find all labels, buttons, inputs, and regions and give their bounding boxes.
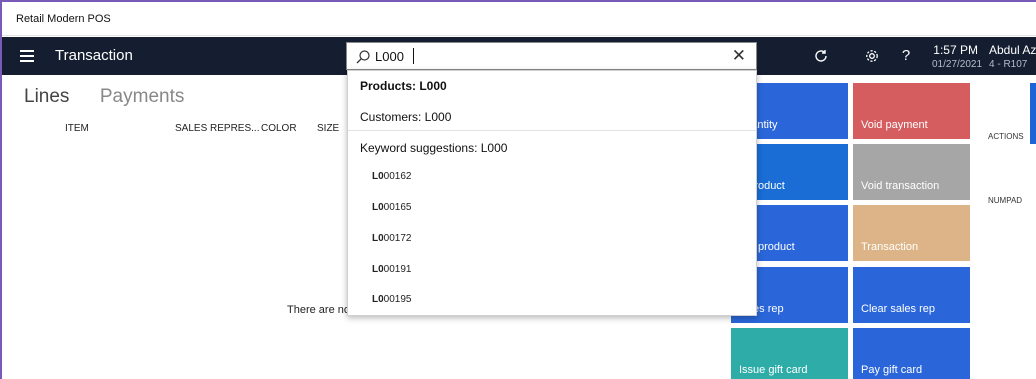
user-info[interactable]: Abdul Aziz 4 - R107 (989, 43, 1036, 70)
close-icon[interactable]: ✕ (732, 46, 746, 66)
tab-bar: Lines Payments (24, 86, 210, 108)
keyword-suggestion-item[interactable]: L000165 (372, 202, 411, 213)
clock: 1:57 PM 01/27/2021 (932, 43, 983, 70)
tile-clear-sales-rep[interactable]: Clear sales rep (853, 267, 970, 323)
side-panel-indicator (1030, 83, 1036, 144)
suggestion-products[interactable]: Products: L000 (360, 79, 447, 93)
title-bar: Retail Modern POS (2, 2, 1036, 36)
clock-date: 01/27/2021 (932, 59, 983, 70)
column-header-color[interactable]: COLOR (261, 123, 297, 134)
tile-label: Void transaction (861, 180, 940, 192)
column-header-size[interactable]: SIZE (317, 123, 339, 134)
divider (348, 130, 756, 131)
tile-label: Void payment (861, 119, 928, 131)
tile-label: Issue gift card (739, 364, 808, 376)
search-input[interactable] (375, 46, 715, 66)
page-title: Transaction (55, 47, 133, 64)
tile-pay-gift-card[interactable]: Pay gift card (853, 328, 970, 379)
keyword-suggestion-item[interactable]: L000191 (372, 264, 411, 275)
column-header-item[interactable]: ITEM (65, 123, 89, 134)
search-icon (355, 49, 371, 65)
keyword-suggestion-item[interactable]: L000172 (372, 233, 411, 244)
keyword-suggestion-item[interactable]: L000195 (372, 294, 411, 305)
suggestion-customers[interactable]: Customers: L000 (360, 110, 451, 124)
text-cursor (413, 48, 414, 64)
tile-label: Pay gift card (861, 364, 923, 376)
user-register: 4 - R107 (989, 59, 1028, 70)
tile-void-payment[interactable]: Void payment (853, 83, 970, 139)
tile-label: Clear sales rep (861, 303, 935, 315)
hamburger-icon[interactable] (20, 50, 34, 62)
tile-label: Transaction (861, 241, 919, 253)
tab-lines[interactable]: Lines (24, 86, 69, 108)
help-icon[interactable]: ? (898, 48, 914, 64)
clock-time: 1:57 PM (933, 43, 978, 57)
pos-window: Retail Modern POS Transaction ? 1:57 PM … (0, 0, 1036, 379)
keyword-suggestion-item[interactable]: L000162 (372, 171, 411, 182)
numpad-panel-tab[interactable]: NUMPAD (988, 196, 1022, 205)
search-box[interactable]: ✕ (346, 42, 757, 70)
keyword-suggestions-header: Keyword suggestions: L000 (360, 141, 508, 155)
search-suggestions-dropdown: Products: L000 Customers: L000 Keyword s… (347, 70, 757, 316)
window-title: Retail Modern POS (16, 13, 111, 25)
user-name: Abdul Aziz (989, 43, 1036, 57)
column-header-sales-rep[interactable]: SALES REPRES... (175, 123, 259, 134)
tile-void-transaction[interactable]: Void transaction (853, 144, 970, 200)
tile-transaction[interactable]: Transaction (853, 205, 970, 261)
tile-issue-gift-card[interactable]: Issue gift card (731, 328, 848, 379)
refresh-icon[interactable] (813, 48, 829, 64)
gear-icon[interactable] (864, 48, 880, 64)
tab-payments[interactable]: Payments (100, 86, 184, 108)
actions-panel-tab[interactable]: ACTIONS (988, 132, 1024, 141)
